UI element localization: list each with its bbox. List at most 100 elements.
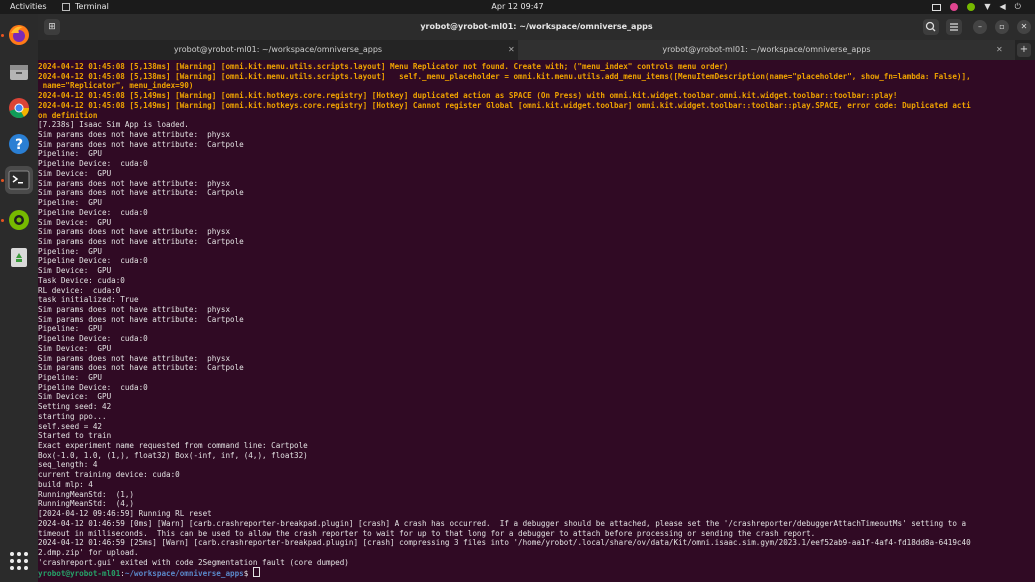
terminal-line: Pipeline: GPU <box>38 373 103 382</box>
text-cursor <box>252 567 260 578</box>
terminal-line: starting ppo... <box>38 411 107 421</box>
terminal-output[interactable]: 2024-04-12 01:45:08 [5,138ms] [Warning] … <box>38 60 1031 582</box>
nvidia-indicator-icon[interactable] <box>967 3 976 11</box>
terminal-line: Pipeline: GPU <box>38 324 103 334</box>
terminal-line: Sim params does not have attribute: Cart… <box>38 139 244 149</box>
window-header: ⊞ yrobot@yrobot-ml01: ~/workspace/omnive… <box>38 14 1035 40</box>
terminal-line: Pipeline Device: cuda:0 <box>38 256 148 266</box>
show-apps-icon[interactable] <box>10 552 28 570</box>
terminal-line: Box(-1.0, 1.0, (1,), float32) Box(-inf, … <box>38 450 308 460</box>
terminal-line: RL device: cuda:0 <box>38 285 121 295</box>
terminal-line: 2024-04-12 01:45:08 [5,149ms] [Warning] … <box>38 100 971 110</box>
terminal-line: Pipeline: GPU <box>38 246 103 256</box>
terminal-line: 2024-04-12 01:46:59 [25ms] [Warn] [carb.… <box>38 538 971 548</box>
terminal-line: Exact experiment name requested from com… <box>38 441 308 451</box>
prompt-path: ~/workspace/omniverse_apps <box>124 569 244 579</box>
terminal-line: Sim params does not have attribute: phys… <box>38 304 231 314</box>
tab-label: yrobot@yrobot-ml01: ~/workspace/omnivers… <box>173 45 383 54</box>
terminal-line: Sim params does not have attribute: phys… <box>38 227 231 237</box>
terminal-line: task initialized: True <box>38 295 139 305</box>
terminal-line: [7.238s] Isaac Sim App is loaded. <box>38 120 189 130</box>
hamburger-icon <box>950 23 958 31</box>
terminal-line: Sim params does not have attribute: Cart… <box>38 363 244 373</box>
tab-label: yrobot@yrobot-ml01: ~/workspace/omnivers… <box>662 45 871 54</box>
files-icon <box>10 65 28 80</box>
network-icon[interactable]: ▼ <box>984 0 990 14</box>
top-bar: Activities Terminal Apr 12 09:47 ▼ ◀ ⏻ <box>0 0 1035 14</box>
terminal-line: Pipeline Device: cuda:0 <box>38 382 148 392</box>
search-button[interactable] <box>923 19 939 35</box>
tab-2[interactable]: yrobot@yrobot-ml01: ~/workspace/omnivers… <box>518 40 1015 60</box>
close-button[interactable]: ✕ <box>1017 20 1031 34</box>
terminal-line: Sim params does not have attribute: Cart… <box>38 236 244 246</box>
terminal-line: name="Replicator", menu_index=90) <box>38 81 194 91</box>
scrollbar[interactable] <box>1031 60 1035 582</box>
volume-icon[interactable]: ◀ <box>1000 0 1006 14</box>
running-indicator <box>1 179 4 182</box>
dock-nvidia[interactable] <box>5 206 33 234</box>
system-tray: ▼ ◀ ⏻ <box>932 0 1021 14</box>
terminal-line: Setting seed: 42 <box>38 402 112 412</box>
terminal-line: Sim Device: GPU <box>38 217 112 227</box>
chrome-icon <box>9 98 30 119</box>
terminal-line: Sim Device: GPU <box>38 266 112 276</box>
svg-text:?: ? <box>15 137 23 153</box>
terminal-line: 2024-04-12 01:45:08 [5,149ms] [Warning] … <box>38 91 898 101</box>
tab-close-icon[interactable]: ✕ <box>508 40 515 60</box>
power-icon[interactable]: ⏻ <box>1015 0 1021 14</box>
maximize-button[interactable]: ▫ <box>995 20 1009 34</box>
prompt-line[interactable]: yrobot@yrobot-ml01:~/workspace/omniverse… <box>38 567 1031 579</box>
minimize-button[interactable]: – <box>973 20 987 34</box>
window-title: yrobot@yrobot-ml01: ~/workspace/omnivers… <box>420 22 653 31</box>
terminal-line: 'crashreport.gui' exited with code 2Segm… <box>38 557 349 567</box>
terminal-line: Sim params does not have attribute: Cart… <box>38 314 244 324</box>
add-tab-button[interactable]: + <box>1017 43 1031 57</box>
dock-terminal[interactable] <box>5 166 33 194</box>
terminal-line: 2024-04-12 01:45:08 [5,138ms] [Warning] … <box>38 71 971 81</box>
terminal-icon <box>8 170 30 190</box>
calendar-icon[interactable] <box>932 3 942 11</box>
terminal-line: Pipeline Device: cuda:0 <box>38 334 148 344</box>
terminal-line: Sim params does not have attribute: phys… <box>38 353 231 363</box>
terminal-line: Pipeline: GPU <box>38 198 103 208</box>
terminal-line: 2024-04-12 01:45:08 [5,138ms] [Warning] … <box>38 62 729 71</box>
terminal-line: self.seed = 42 <box>38 421 103 431</box>
firefox-icon <box>9 25 29 45</box>
running-indicator <box>1 34 4 37</box>
terminal-line: Sim Device: GPU <box>38 392 112 402</box>
search-icon <box>925 21 936 32</box>
trash-icon <box>11 248 27 267</box>
terminal-line: Pipeline Device: cuda:0 <box>38 159 148 169</box>
dock-firefox[interactable] <box>5 21 33 49</box>
terminal-line: 2024-04-12 01:46:59 [0ms] [Warn] [carb.c… <box>38 518 967 528</box>
menu-button[interactable] <box>946 19 962 35</box>
terminal-line: Sim params does not have attribute: Cart… <box>38 188 244 198</box>
terminal-line: Sim params does not have attribute: phys… <box>38 178 231 188</box>
terminal-line: 2.dmp.zip' for upload. <box>38 547 139 557</box>
tab-close-icon[interactable]: ✕ <box>996 40 1003 60</box>
dock: ? <box>0 14 38 582</box>
app-indicator-icon[interactable] <box>950 3 959 11</box>
terminal-line: RunningMeanStd: (4,) <box>38 499 135 509</box>
terminal-line: Pipeline: GPU <box>38 149 103 159</box>
terminal-line: Pipeline Device: cuda:0 <box>38 207 148 217</box>
terminal-line: build mlp: 4 <box>38 479 93 489</box>
terminal-line: Sim params does not have attribute: phys… <box>38 130 231 140</box>
clock[interactable]: Apr 12 09:47 <box>0 0 1035 14</box>
dock-files[interactable] <box>5 58 33 86</box>
terminal-line: [2024-04-12 09:46:59] Running RL reset <box>38 509 212 519</box>
dock-trash[interactable] <box>5 243 33 271</box>
running-indicator <box>1 219 4 222</box>
terminal-line: seq_length: 4 <box>38 460 98 470</box>
prompt-symbol: $ <box>243 569 253 579</box>
terminal-line: RunningMeanStd: (1,) <box>38 489 135 499</box>
terminal-line: Started to train <box>38 431 112 441</box>
terminal-line: timeout in milliseconds. This can be use… <box>38 528 816 538</box>
nvidia-icon <box>9 210 29 230</box>
tab-bar: yrobot@yrobot-ml01: ~/workspace/omnivers… <box>38 40 1035 60</box>
terminal-lines: 2024-04-12 01:45:08 [5,138ms] [Warning] … <box>38 60 1031 579</box>
dock-help[interactable]: ? <box>5 130 33 158</box>
tab-1[interactable]: yrobot@yrobot-ml01: ~/workspace/omnivers… <box>38 40 518 60</box>
dock-chrome[interactable] <box>5 94 33 122</box>
terminal-line: Task Device: cuda:0 <box>38 275 125 285</box>
